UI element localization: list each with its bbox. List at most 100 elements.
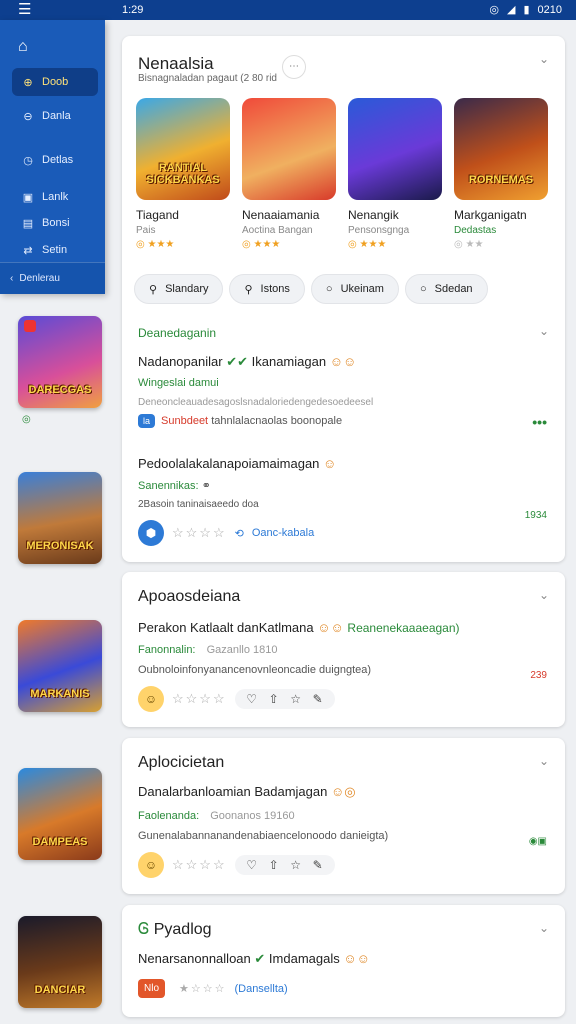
edit-icon[interactable]: ✎ (309, 692, 327, 706)
item-subtitle-gray: Gazanllo 1810 (206, 644, 278, 656)
item-meta: Deneoncleauadesagoslsnadaloriedengedesoe… (138, 397, 374, 408)
filter-chip-2[interactable]: ○ Ukeinam (310, 274, 399, 304)
game-name: Tiagand (136, 208, 179, 222)
emoji-icon: ☺☺ (317, 620, 344, 635)
edit-icon[interactable]: ✎ (309, 858, 327, 872)
item-title[interactable]: Nadanopanilar ✔✔ Ikanamiagan ☺☺ (138, 354, 356, 370)
chevron-down-icon[interactable]: ⌄ (539, 324, 549, 338)
hamburger-menu-icon[interactable]: ☰ (18, 2, 31, 17)
app-icon[interactable]: ⬢ (138, 520, 164, 546)
emoji-icon[interactable]: ☺ (138, 686, 164, 712)
back-arrow-icon: ‹ (10, 273, 14, 284)
action-icons: ♡ ⇧ ☆ ✎ (234, 689, 335, 709)
item-title[interactable]: Danalarbanloamian Badamjagan ☺◎ (138, 784, 356, 800)
chip-label: Ukeinam (340, 283, 384, 295)
toggle-icon[interactable]: ◉▣ (529, 836, 547, 847)
drawer-item-label: Lanlk (42, 191, 69, 203)
chevron-down-icon[interactable]: ⌄ (539, 588, 549, 602)
card-subtitle: Bisnagnaladan pagaut (2 80 rid (138, 73, 277, 84)
side-game-thumb[interactable]: DAMPEAS (18, 768, 102, 860)
status-time: 1:29 (122, 4, 144, 16)
signal-icon: ◢ (506, 4, 516, 16)
drawer-footer-label: Denlerau (19, 273, 60, 284)
drawer-footer[interactable]: ‹ Denlerau (0, 262, 105, 294)
rating-stars-icon[interactable]: ☆☆☆☆ (172, 525, 227, 541)
side-thumb-label: MARKANIS (30, 688, 90, 700)
drawer-item-label: Setin (42, 244, 68, 256)
side-game-thumb[interactable]: DARECGAS (18, 316, 102, 408)
card-title: Aplocicietan (138, 754, 225, 771)
game-art: RANTIAL SICKBANKAS (136, 98, 230, 200)
filter-chip-1[interactable]: ⚲ Istons (229, 274, 305, 304)
item-subtitle: Faolenanda: Goonanos 19160 (138, 810, 295, 822)
item-title-text-2: Ikanamiagan (251, 354, 327, 369)
game-card[interactable]: RORNEMAS Markganigatn Dedastas ◎ ★★ (454, 98, 548, 250)
game-card[interactable]: Nenaaiamania Aoctina Bangan ◎ ★★★ (242, 98, 336, 250)
drawer-item-4[interactable]: ▤ Bonsi (12, 209, 98, 237)
heart-icon[interactable]: ♡ (243, 692, 261, 706)
status-badge: 1934 (524, 510, 547, 521)
item-title[interactable]: Nenarsanonnalloan ✔ Imdamagals ☺☺ (138, 951, 370, 967)
game-art (242, 98, 336, 200)
filter-chip-0[interactable]: ⚲ Slandary (134, 274, 224, 304)
drawer-item-2[interactable]: ◷ Detlas (12, 146, 98, 174)
heart-icon[interactable]: ♡ (243, 858, 261, 872)
item-title[interactable]: Pedoolalakalanapoiamaimagan ☺ (138, 456, 336, 471)
item-title[interactable]: Perakon Katlaalt danKatlmana ☺☺ Reanenek… (138, 620, 460, 635)
like-icon[interactable]: ⇧ (265, 858, 283, 872)
section-heading: Deanedaganin (138, 326, 217, 340)
rating-stars-icon[interactable]: ☆☆☆☆ (172, 857, 227, 873)
list-card: Ꮆ Pyadlog ⌄ Nenarsanonnalloan ✔ Imdamaga… (122, 905, 565, 1017)
filter-chips: ⚲ Slandary ⚲ Istons ○ Ukeinam ○ Sdedan (134, 274, 488, 304)
emoji-icon: ☺ (323, 456, 337, 471)
link-icon: ⚭ (201, 480, 211, 492)
game-art-label: RANTIAL SICKBANKAS (146, 162, 220, 186)
item-title-text-2: Imdamagals (268, 951, 340, 966)
search-icon: ⚲ (244, 283, 253, 296)
star-icon[interactable]: ☆ (287, 692, 305, 706)
chevron-down-icon[interactable]: ⌄ (539, 754, 549, 768)
card-title: Nenaalsia (138, 54, 214, 73)
drawer-item-label: Bonsi (42, 217, 70, 229)
home-icon[interactable]: ⌂ (18, 38, 28, 56)
item-title-text: Danalarbanloamian Badamjagan (138, 784, 328, 799)
drawer-item-1[interactable]: ⊖ Danla (12, 102, 98, 130)
layer-icon: ⊕ (23, 76, 33, 89)
filter-chip-3[interactable]: ○ Sdedan (404, 274, 488, 304)
item-link[interactable]: (Dansellta) (234, 983, 287, 995)
rating-stars-icon: ◎ ★★★ (242, 239, 281, 250)
emoji-icon: ☺☺ (343, 951, 370, 966)
game-card[interactable]: RANTIAL SICKBANKAS Tiagand Pais ◎ ★★★ (136, 98, 230, 250)
rating-stars-icon[interactable]: ☆☆☆☆ (172, 691, 227, 707)
item-title-text: Perakon Katlaalt danKatlmana (138, 620, 314, 635)
chevron-down-icon[interactable]: ⌄ (539, 921, 549, 935)
chip-label: Istons (260, 283, 290, 295)
side-game-thumb[interactable]: MERONISAK (18, 472, 102, 564)
more-dots-icon[interactable]: ••• (532, 414, 547, 430)
rating-stars-icon: ◎ ★★★ (348, 239, 387, 250)
more-icon[interactable]: ⋯ (282, 55, 306, 79)
like-icon[interactable]: ⇧ (265, 692, 283, 706)
alarm-icon: ◎ (489, 4, 499, 16)
list-card: Aplocicietan ⌄ Danalarbanloamian Badamja… (122, 738, 565, 894)
item-title-text: Nadanopanilar (138, 354, 223, 369)
rating-stars-icon[interactable]: ★☆☆☆ (179, 982, 226, 995)
item-title-green: Reanenekaaaeagan) (347, 621, 460, 635)
drawer-item-0[interactable]: ⊕ Doob (12, 68, 98, 96)
side-game-thumb[interactable]: MARKANIS (18, 620, 102, 712)
game-art-label: RORNEMAS (468, 174, 534, 186)
game-card[interactable]: Nenangik Pensonsgnga ◎ ★★★ (348, 98, 442, 250)
card-title: Ꮆ Pyadlog (138, 921, 212, 939)
star-icon[interactable]: ☆ (287, 858, 305, 872)
check-icon: ✔✔ (226, 354, 248, 369)
drawer-item-5[interactable]: ⇄ Setin (12, 236, 98, 264)
chevron-down-icon[interactable]: ⌄ (539, 52, 549, 66)
drawer-item-3[interactable]: ▣ Lanlk (12, 183, 98, 211)
item-tag: la (138, 414, 156, 428)
side-game-thumb[interactable]: DANCIAR (18, 916, 102, 1008)
check-icon: ✔ (254, 951, 266, 966)
item-link[interactable]: Oanc-kabala (252, 527, 314, 539)
status-icons: ◎ ◢ ▮ 0210 (489, 3, 562, 17)
settings-icon: ⇄ (23, 244, 33, 257)
emoji-icon[interactable]: ☺ (138, 852, 164, 878)
